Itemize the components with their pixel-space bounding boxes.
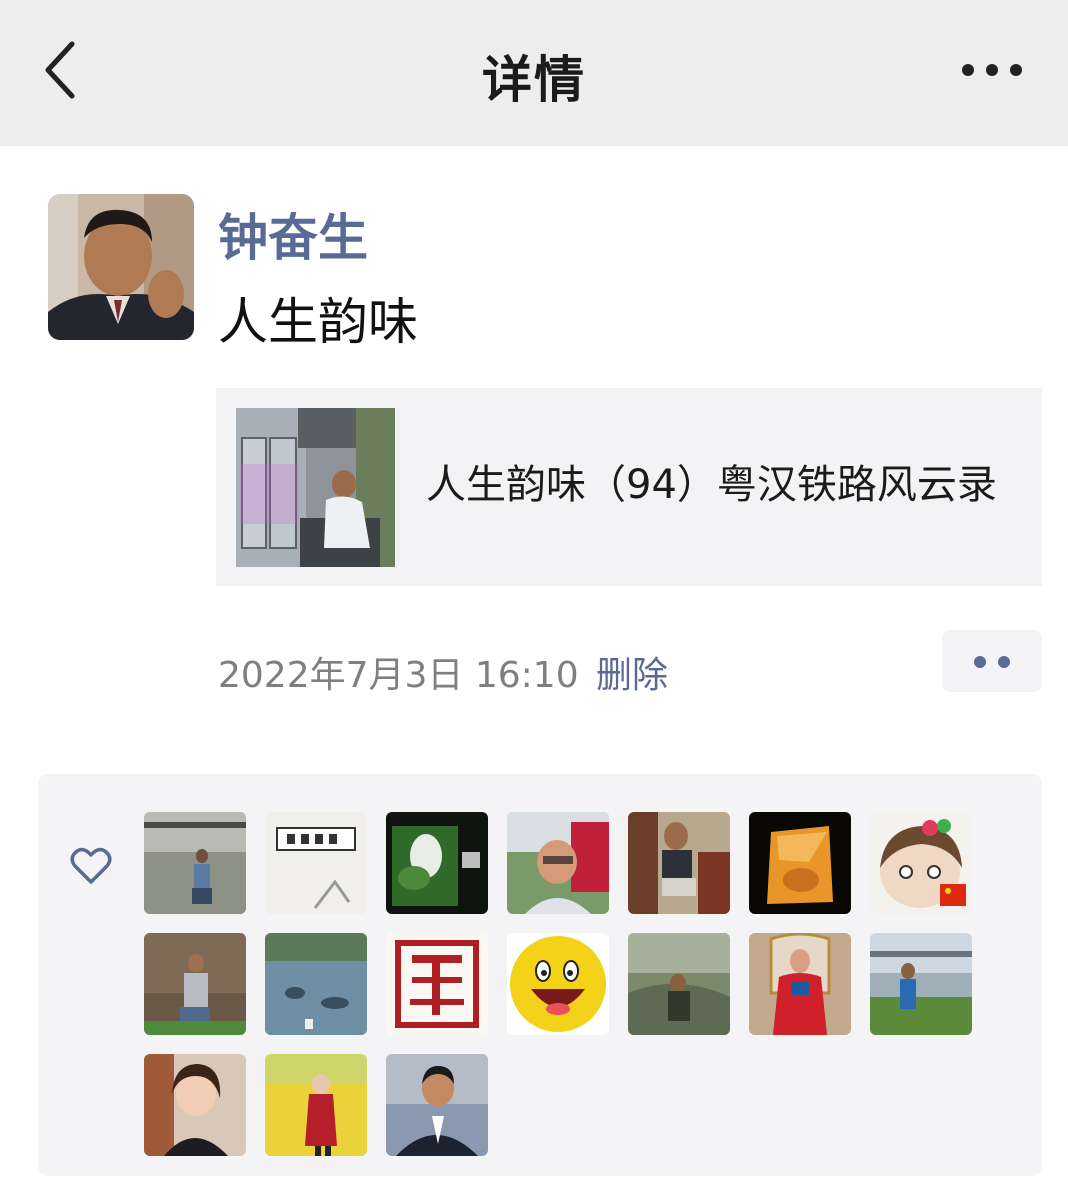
liker-avatar[interactable] [265, 1054, 367, 1156]
top-navigation-bar: 详情 [0, 0, 1068, 146]
more-dots-icon [962, 64, 1022, 76]
likes-panel [38, 774, 1042, 1176]
liker-avatar[interactable] [386, 933, 488, 1035]
liker-avatar[interactable] [265, 933, 367, 1035]
article-title: 人生韵味（94）粤汉铁路风云录 [426, 462, 997, 508]
liker-avatar[interactable] [870, 812, 972, 914]
liker-avatar[interactable] [870, 933, 972, 1035]
liker-avatar[interactable] [265, 812, 367, 914]
article-thumbnail [236, 408, 395, 567]
author-name[interactable]: 钟奋生 [218, 198, 368, 270]
like-comment-button[interactable] [942, 630, 1042, 692]
liker-avatar[interactable] [628, 933, 730, 1035]
liker-avatar[interactable] [144, 1054, 246, 1156]
author-photo [48, 194, 194, 340]
shared-article-card[interactable]: 人生韵味（94）粤汉铁路风云录 [216, 388, 1042, 586]
article-thumbnail-image [236, 408, 395, 567]
action-dot-icon [998, 656, 1010, 668]
delete-button[interactable]: 删除 [596, 646, 668, 698]
liker-avatar[interactable] [749, 933, 851, 1035]
heart-outline-icon [70, 847, 112, 884]
action-dot-icon [974, 656, 986, 668]
liker-avatar[interactable] [386, 812, 488, 914]
liker-avatar[interactable] [507, 812, 609, 914]
page-title: 详情 [482, 51, 586, 109]
liker-avatar[interactable] [507, 933, 609, 1035]
liker-avatar[interactable] [749, 812, 851, 914]
more-button[interactable] [956, 56, 1028, 84]
author-avatar[interactable] [48, 194, 194, 340]
post-text: 人生韵味 [218, 293, 418, 351]
liker-avatar[interactable] [628, 812, 730, 914]
liker-avatar[interactable] [386, 1054, 488, 1156]
liker-avatar[interactable] [144, 933, 246, 1035]
liker-avatar[interactable] [144, 812, 246, 914]
post-timestamp: 2022年7月3日 16:10 [218, 655, 579, 696]
